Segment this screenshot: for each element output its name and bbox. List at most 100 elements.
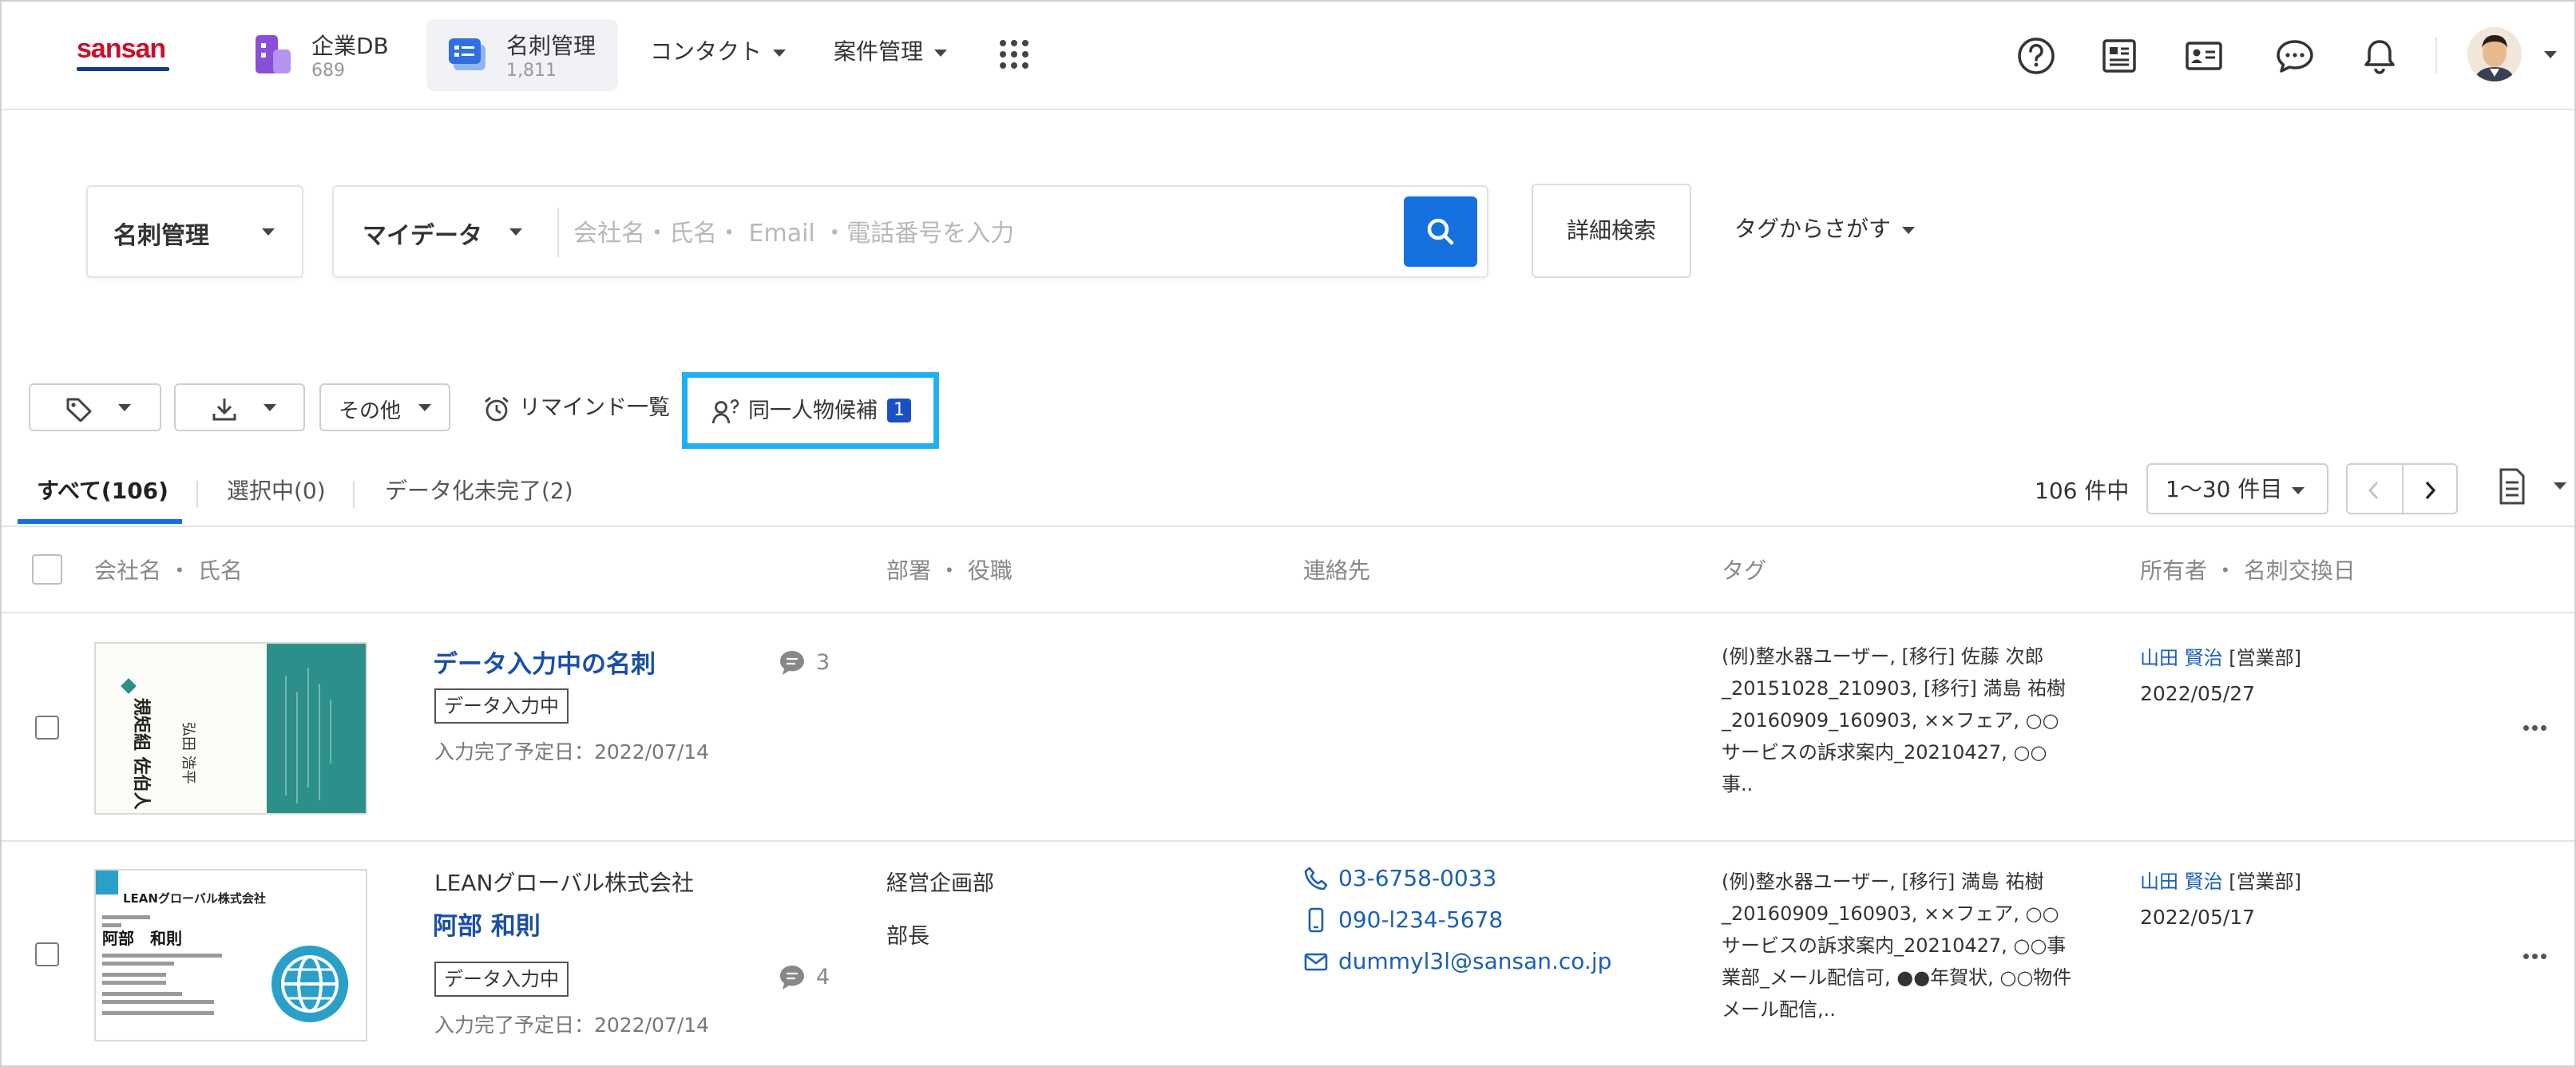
phone-link[interactable]: 03-6758-0033 — [1303, 863, 1496, 894]
nav-card-management[interactable]: 名刺管理 1,811 — [426, 19, 618, 91]
business-card-image[interactable]: 規矩組 佐伯人 弘田 浩平 — [94, 642, 367, 815]
prev-page-icon[interactable] — [2364, 479, 2384, 502]
more-options-icon[interactable] — [2523, 725, 2547, 733]
card-name-link[interactable]: データ入力中の名刺 — [433, 644, 656, 680]
app-grid-icon[interactable] — [998, 38, 1030, 70]
tag-list: (例)整水器ユーザー, [移行] 満島 祐樹_20160909_160903, … — [1722, 871, 2072, 1021]
chevron-down-icon — [773, 49, 787, 57]
help-icon[interactable] — [2015, 35, 2057, 77]
table-row[interactable]: LEANグローバル株式会社 阿部 和則 LEANグローバル株式会社 阿部 和則 … — [0, 842, 2576, 1067]
search-icon — [1427, 218, 1454, 245]
nav-deal-menu[interactable]: 案件管理 — [834, 32, 948, 72]
news-icon[interactable] — [2098, 35, 2140, 77]
tag-list: (例)整水器ユーザー, [移行] 佐藤 次郎_20151028_210903, … — [1722, 645, 2067, 795]
chevron-down-icon[interactable] — [509, 228, 522, 236]
column-header-contact[interactable]: 連絡先 — [1303, 553, 1370, 589]
chevron-down-icon — [1902, 226, 1916, 234]
total-count: 106 件中 — [2035, 478, 2130, 504]
comment-count[interactable]: 4 — [778, 962, 830, 994]
chat-icon[interactable] — [2274, 35, 2316, 77]
svg-text:阿部 和則: 阿部 和則 — [102, 929, 182, 948]
company-db-icon — [256, 35, 291, 73]
chevron-down-icon — [264, 404, 276, 411]
exchange-date: 2022/05/27 — [2140, 682, 2256, 705]
row-checkbox[interactable] — [35, 716, 59, 740]
comment-count[interactable]: 3 — [778, 647, 830, 679]
owner: 山田 賢治 [営業部] — [2140, 871, 2302, 893]
filter-tabs: すべて(106) 選択中(0) データ化未完了(2) 106 件中 1〜30 件… — [0, 460, 2576, 527]
other-menu-button[interactable]: その他 — [319, 383, 450, 431]
comment-bubble-icon — [780, 651, 804, 675]
download-icon — [212, 399, 236, 421]
advanced-search-button[interactable]: 詳細検索 — [1532, 184, 1691, 278]
more-options-icon[interactable] — [2523, 954, 2547, 962]
top-header: sansan 企業DB 689 名刺管理 1,811 コンタクト 案件管理 — [0, 0, 2576, 110]
tag-action-button[interactable] — [29, 383, 161, 431]
chevron-down-icon — [118, 404, 131, 411]
chevron-down-icon[interactable] — [2554, 482, 2566, 490]
module-select[interactable]: 名刺管理 — [86, 185, 303, 278]
select-all-checkbox[interactable] — [32, 554, 62, 585]
status-badge: データ入力中 — [434, 688, 569, 724]
company-name: LEANグローバル株式会社 — [434, 870, 695, 896]
table-header: 会社名 ・ 氏名 部署 ・ 役職 連絡先 タグ 所有者 ・ 名刺交換日 — [0, 529, 2576, 613]
mobile-link[interactable]: 090-l234-5678 — [1303, 904, 1503, 936]
business-card-image[interactable]: LEANグローバル株式会社 阿部 和則 — [94, 869, 367, 1041]
business-card-app-icon — [449, 38, 485, 70]
nav-company-db[interactable]: 企業DB 689 — [232, 19, 407, 91]
remind-list-button[interactable]: リマインド一覧 — [482, 388, 670, 428]
table-row[interactable]: 規矩組 佐伯人 弘田 浩平 データ入力中の名刺 3 データ入力中 入力完了予定日… — [0, 613, 2576, 842]
next-page-icon[interactable] — [2419, 479, 2440, 502]
job-title: 部長 — [886, 924, 929, 949]
sansan-logo[interactable]: sansan — [77, 35, 169, 72]
column-header-tags[interactable]: タグ — [1722, 553, 1766, 589]
tab-selected[interactable]: 選択中(0) — [227, 473, 326, 510]
owner: 山田 賢治 [営業部] — [2140, 647, 2302, 669]
chevron-down-icon — [262, 228, 275, 236]
alarm-clock-icon — [485, 396, 509, 422]
owner-name-link[interactable]: 山田 賢治 — [2140, 647, 2223, 669]
department: 経営企画部 — [886, 871, 994, 896]
person-name-link[interactable]: 阿部 和則 — [433, 906, 541, 942]
chevron-down-icon — [418, 404, 431, 411]
duplicate-candidates-highlight: 同一人物候補 1 — [682, 372, 939, 449]
svg-text:規矩組 佐伯人: 規矩組 佐伯人 — [131, 698, 152, 810]
search-input[interactable] — [573, 209, 1404, 257]
exchange-date: 2022/05/17 — [2140, 906, 2256, 929]
business-card-thumbnail: 規矩組 佐伯人 弘田 浩平 — [96, 644, 366, 813]
email-link[interactable]: dummyl3l@sansan.co.jp — [1303, 946, 1611, 978]
user-avatar[interactable] — [2467, 27, 2522, 81]
tag-search-menu[interactable]: タグからさがす — [1734, 209, 1916, 249]
column-header-company[interactable]: 会社名 ・ 氏名 — [94, 553, 243, 589]
status-badge: データ入力中 — [434, 962, 569, 997]
duplicate-count-badge: 1 — [887, 398, 911, 422]
download-button[interactable] — [174, 383, 305, 431]
scope-select[interactable]: マイデータ — [363, 216, 482, 251]
chevron-down-icon[interactable] — [2544, 51, 2557, 58]
duplicate-candidates-button[interactable]: 同一人物候補 1 — [711, 394, 911, 429]
svg-text:弘田 浩平: 弘田 浩平 — [180, 722, 196, 784]
search-button[interactable] — [1404, 196, 1477, 267]
page-range-select[interactable]: 1〜30 件目 — [2146, 463, 2328, 514]
column-header-department[interactable]: 部署 ・ 役職 — [886, 553, 1013, 589]
tab-all[interactable]: すべて(106) — [37, 473, 168, 510]
due-date: 入力完了予定日：2022/07/14 — [434, 740, 710, 764]
column-settings-icon[interactable] — [2496, 466, 2528, 506]
card-icon[interactable] — [2183, 35, 2225, 77]
tag-icon — [66, 398, 92, 422]
nav-contact-menu[interactable]: コンタクト — [650, 32, 787, 72]
chevron-down-icon — [934, 49, 948, 57]
mail-icon — [1304, 953, 1328, 971]
column-header-owner[interactable]: 所有者 ・ 名刺交換日 — [2140, 553, 2356, 589]
bell-icon[interactable] — [2359, 35, 2400, 77]
chevron-down-icon — [2292, 487, 2305, 494]
owner-name-link[interactable]: 山田 賢治 — [2140, 871, 2223, 893]
svg-text:LEANグローバル株式会社: LEANグローバル株式会社 — [123, 891, 266, 906]
due-date: 入力完了予定日：2022/07/14 — [434, 1013, 710, 1037]
pagination — [2346, 463, 2458, 514]
comment-bubble-icon — [780, 966, 804, 990]
row-checkbox[interactable] — [35, 942, 59, 966]
tab-incomplete[interactable]: データ化未完了(2) — [385, 473, 573, 510]
person-question-icon — [711, 399, 739, 424]
business-card-thumbnail: LEANグローバル株式会社 阿部 和則 — [96, 871, 366, 1040]
